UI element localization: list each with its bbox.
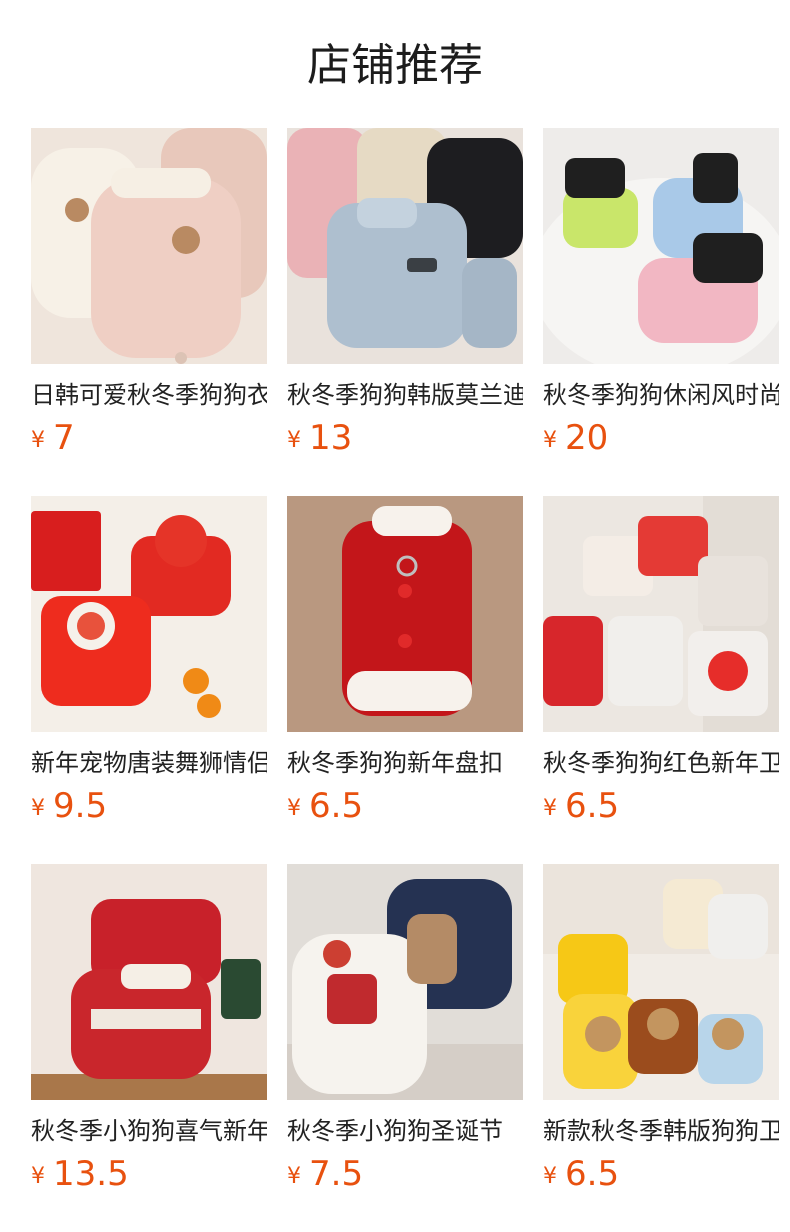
product-card[interactable]: 新年宠物唐装舞狮情侣 ¥9.5 <box>31 496 267 826</box>
product-price: ¥7 <box>31 418 75 458</box>
price-value: 13.5 <box>53 1154 129 1194</box>
currency-symbol: ¥ <box>287 796 301 821</box>
price-value: 20 <box>565 418 609 458</box>
product-price: ¥6.5 <box>543 786 619 826</box>
product-image-blue-puffer-vest[interactable] <box>287 128 523 364</box>
product-price: ¥6.5 <box>287 786 363 826</box>
product-price: ¥13 <box>287 418 352 458</box>
section-title: 店铺推荐 <box>307 40 483 91</box>
price-value: 6.5 <box>565 786 620 826</box>
product-name[interactable]: 秋冬季狗狗红色新年卫衣 <box>543 747 779 779</box>
currency-symbol: ¥ <box>543 1164 557 1189</box>
product-card[interactable]: 秋冬季狗狗新年盘扣 ¥6.5 <box>287 496 523 826</box>
product-price: ¥20 <box>543 418 608 458</box>
product-price: ¥6.5 <box>543 1154 619 1194</box>
product-card[interactable]: 日韩可爱秋冬季狗狗衣服 ¥7 <box>31 128 267 458</box>
product-image-colorful-puffer-jackets[interactable] <box>543 128 779 364</box>
currency-symbol: ¥ <box>543 428 557 453</box>
product-name[interactable]: 新款秋冬季韩版狗狗卫衣 <box>543 1115 779 1147</box>
product-price: ¥7.5 <box>287 1154 363 1194</box>
currency-symbol: ¥ <box>31 796 45 821</box>
product-name[interactable]: 新年宠物唐装舞狮情侣 <box>31 747 267 779</box>
product-name[interactable]: 秋冬季狗狗韩版莫兰迪 <box>287 379 523 411</box>
price-value: 7.5 <box>309 1154 364 1194</box>
product-image-pink-fleece-bear-vest[interactable] <box>31 128 267 364</box>
product-image-red-checkered-sweaters[interactable] <box>543 496 779 732</box>
currency-symbol: ¥ <box>31 1164 45 1189</box>
product-name[interactable]: 秋冬季狗狗新年盘扣 <box>287 747 523 779</box>
product-price: ¥13.5 <box>31 1154 129 1194</box>
product-card[interactable]: 新款秋冬季韩版狗狗卫衣 ¥6.5 <box>543 864 779 1194</box>
price-value: 6.5 <box>565 1154 620 1194</box>
price-value: 6.5 <box>309 786 364 826</box>
product-card[interactable]: 秋冬季狗狗休闲风时尚 ¥20 <box>543 128 779 458</box>
currency-symbol: ¥ <box>287 428 301 453</box>
product-name[interactable]: 秋冬季小狗狗圣诞节 <box>287 1115 523 1147</box>
product-image-bear-hoodies[interactable] <box>543 864 779 1100</box>
product-card[interactable]: 秋冬季狗狗红色新年卫衣 ¥6.5 <box>543 496 779 826</box>
product-card[interactable]: 秋冬季小狗狗喜气新年 ¥13.5 <box>31 864 267 1194</box>
product-image-red-tang-suit-vest[interactable] <box>287 496 523 732</box>
currency-symbol: ¥ <box>543 796 557 821</box>
product-name[interactable]: 秋冬季狗狗休闲风时尚 <box>543 379 779 411</box>
price-value: 9.5 <box>53 786 108 826</box>
currency-symbol: ¥ <box>287 1164 301 1189</box>
price-value: 7 <box>53 418 75 458</box>
product-image-red-christmas-knit-sweater[interactable] <box>31 864 267 1100</box>
product-image-red-lion-dance-outfits[interactable] <box>31 496 267 732</box>
product-name[interactable]: 日韩可爱秋冬季狗狗衣服 <box>31 379 267 411</box>
product-card[interactable]: 秋冬季小狗狗圣诞节 ¥7.5 <box>287 864 523 1194</box>
product-name[interactable]: 秋冬季小狗狗喜气新年 <box>31 1115 267 1147</box>
price-value: 13 <box>309 418 353 458</box>
product-price: ¥9.5 <box>31 786 107 826</box>
currency-symbol: ¥ <box>31 428 45 453</box>
product-image-plaid-sherpa-coats[interactable] <box>287 864 523 1100</box>
product-card[interactable]: 秋冬季狗狗韩版莫兰迪 ¥13 <box>287 128 523 458</box>
